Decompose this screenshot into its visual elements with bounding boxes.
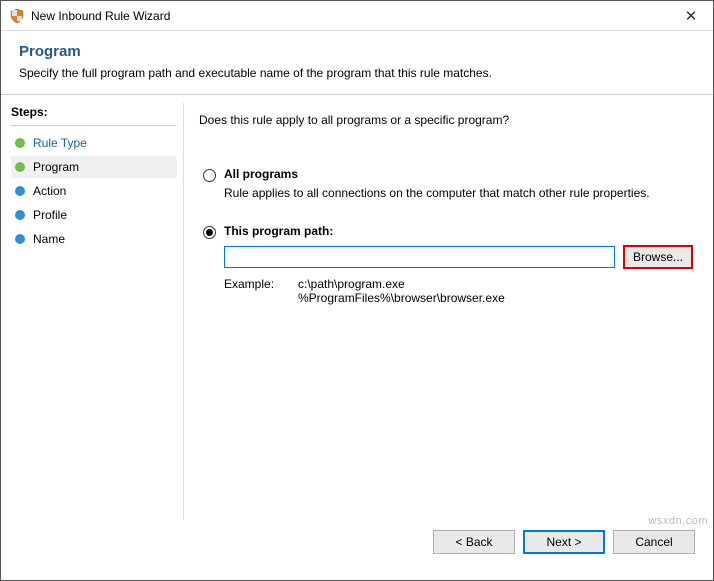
next-button[interactable]: Next > — [523, 530, 605, 554]
main-panel: Does this rule apply to all programs or … — [183, 95, 713, 520]
back-button[interactable]: < Back — [433, 530, 515, 554]
radio-icon[interactable] — [203, 226, 216, 239]
browse-button[interactable]: Browse... — [623, 245, 693, 269]
example-values: c:\path\program.exe %ProgramFiles%\brows… — [298, 277, 505, 305]
bullet-icon — [15, 186, 25, 196]
close-icon: ✕ — [685, 7, 698, 25]
bullet-icon — [15, 162, 25, 172]
option-label: This program path: — [224, 224, 333, 238]
page-subtitle: Specify the full program path and execut… — [19, 66, 695, 80]
option-all-desc: Rule applies to all connections on the c… — [224, 186, 693, 200]
sidebar-item-program[interactable]: Program — [11, 156, 177, 178]
sidebar-item-label: Action — [33, 184, 66, 198]
question-text: Does this rule apply to all programs or … — [199, 113, 693, 127]
vertical-divider — [183, 103, 184, 520]
example-label: Example: — [224, 277, 298, 305]
close-button[interactable]: ✕ — [669, 1, 713, 31]
radio-icon[interactable] — [203, 169, 216, 182]
wizard-window: New Inbound Rule Wizard ✕ Program Specif… — [0, 0, 714, 581]
sidebar-item-label: Name — [33, 232, 65, 246]
sidebar-item-label: Rule Type — [33, 136, 87, 150]
window-title: New Inbound Rule Wizard — [31, 9, 669, 23]
page-title: Program — [19, 43, 695, 60]
sidebar-item-label: Program — [33, 160, 79, 174]
option-this-program-path[interactable]: This program path: — [203, 224, 693, 239]
program-path-input[interactable] — [224, 246, 615, 268]
sidebar-item-profile[interactable]: Profile — [11, 204, 177, 226]
title-bar: New Inbound Rule Wizard ✕ — [1, 1, 713, 31]
option-label: All programs — [224, 167, 298, 181]
bullet-icon — [15, 210, 25, 220]
option-group: All programs Rule applies to all connect… — [203, 167, 693, 305]
cancel-button[interactable]: Cancel — [613, 530, 695, 554]
sidebar-item-rule-type[interactable]: Rule Type — [11, 132, 177, 154]
steps-title: Steps: — [11, 105, 177, 119]
bullet-icon — [15, 138, 25, 148]
sidebar-item-name[interactable]: Name — [11, 228, 177, 250]
path-row: Browse... — [224, 245, 693, 269]
page-header: Program Specify the full program path an… — [1, 31, 713, 94]
bullet-icon — [15, 234, 25, 244]
footer: < Back Next > Cancel — [1, 520, 713, 580]
steps-sidebar: Steps: Rule Type Program Action Profile … — [1, 95, 183, 520]
steps-divider — [11, 125, 177, 126]
sidebar-item-action[interactable]: Action — [11, 180, 177, 202]
example-row: Example: c:\path\program.exe %ProgramFil… — [224, 277, 693, 305]
sidebar-item-label: Profile — [33, 208, 67, 222]
body: Steps: Rule Type Program Action Profile … — [1, 95, 713, 520]
option-all-programs[interactable]: All programs — [203, 167, 693, 182]
shield-icon — [9, 8, 25, 24]
